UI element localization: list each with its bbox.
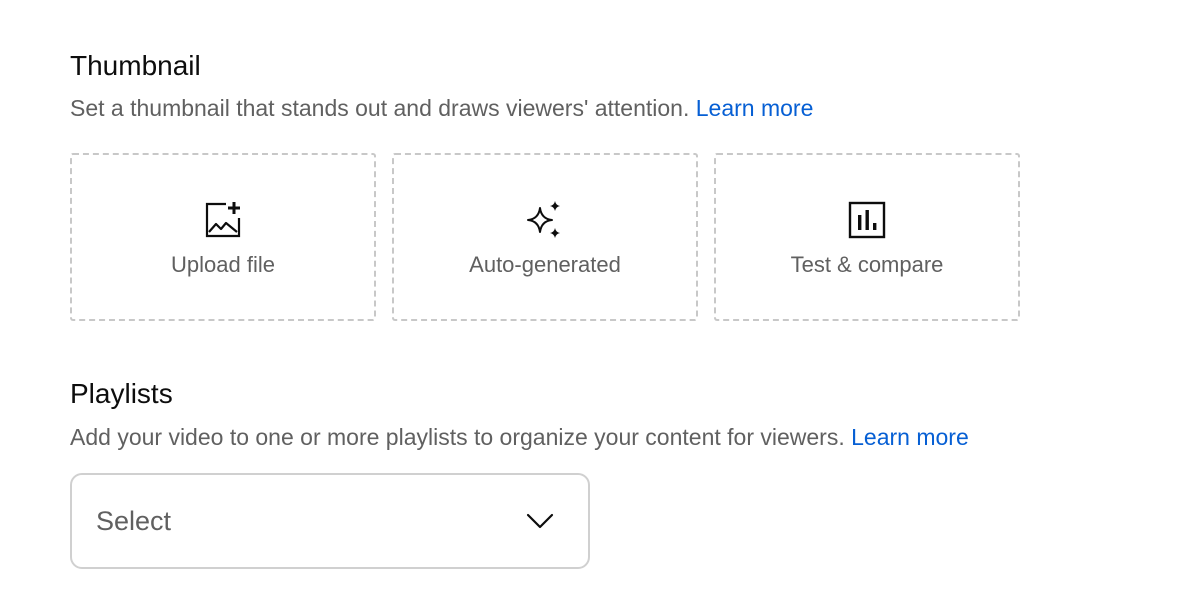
add-photo-icon — [203, 200, 243, 240]
playlist-select-dropdown[interactable]: Select — [70, 473, 590, 569]
thumbnail-options: Upload file Auto-generated Test & compar… — [70, 153, 1020, 321]
test-and-compare-label: Test & compare — [790, 252, 944, 277]
playlists-section-title: Playlists — [70, 378, 173, 409]
upload-file-label: Upload file — [171, 252, 275, 277]
test-and-compare-button[interactable]: Test & compare — [714, 153, 1020, 321]
sparkle-icon — [525, 200, 565, 240]
playlist-select-value: Select — [96, 505, 172, 536]
playlists-section-description: Add your video to one or more playlists … — [70, 426, 969, 449]
auto-generated-label: Auto-generated — [469, 252, 621, 277]
thumbnail-description-text: Set a thumbnail that stands out and draw… — [70, 95, 690, 121]
video-details-page: Thumbnail Set a thumbnail that stands ou… — [0, 0, 1186, 616]
auto-generated-button[interactable]: Auto-generated — [392, 153, 698, 321]
playlists-learn-more-link[interactable]: Learn more — [851, 424, 969, 450]
playlists-description-text: Add your video to one or more playlists … — [70, 424, 845, 450]
thumbnail-learn-more-link[interactable]: Learn more — [696, 95, 814, 121]
upload-file-button[interactable]: Upload file — [70, 153, 376, 321]
thumbnail-section-description: Set a thumbnail that stands out and draw… — [70, 97, 813, 120]
bar-chart-icon — [847, 200, 887, 240]
thumbnail-section-title: Thumbnail — [70, 50, 201, 81]
chevron-down-icon — [526, 507, 554, 535]
